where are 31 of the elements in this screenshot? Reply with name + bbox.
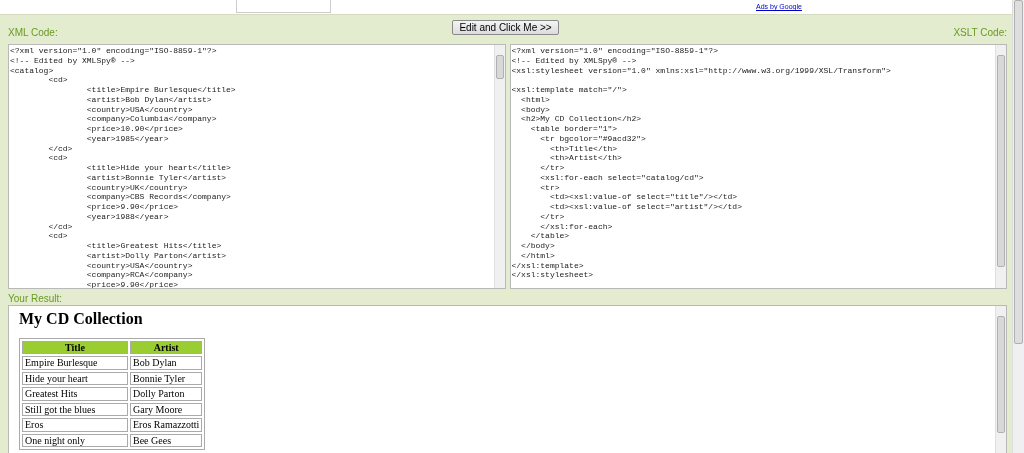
table-cell: Eros Ramazzotti [130,418,203,432]
edit-button[interactable]: Edit and Click Me >> [452,20,559,35]
scrollbar-thumb[interactable] [1014,0,1023,344]
table-cell: Bob Dylan [130,356,203,370]
table-cell: One night only [22,433,128,447]
xml-code-label: XML Code: [8,27,58,38]
table-cell: Greatest Hits [22,387,128,401]
scrollbar-thumb[interactable] [997,316,1005,433]
table-cell: Eros [22,418,128,432]
result-heading: My CD Collection [19,310,144,328]
column-header: Title [22,341,128,354]
result-label: Your Result: [8,292,64,305]
table-cell: Bonnie Tyler [130,371,203,385]
scrollbar[interactable] [493,45,505,288]
table-cell: Bee Gees [130,433,203,447]
scrollbar-thumb[interactable] [495,55,504,79]
scrollbar[interactable] [995,306,1006,453]
table-cell: Dolly Parton [130,387,203,401]
xslt-code-field[interactable] [509,44,1007,289]
scrollbar-thumb[interactable] [997,55,1005,267]
column-header: Artist [130,341,203,354]
xml-code-field[interactable] [8,44,506,289]
table-cell: Still got the blues [22,402,128,416]
table-cell: Empire Burlesque [22,356,128,370]
xslt-code-text: <?xml version="1.0" encoding="ISO-8859-1"?> <!-- Edited by XMLSpy® --> <xsl:stylesheet version="1.0" xmlns:xsl="http://www.w3.org/1999/XSL/Transform"> <xsl:template match="/"> <html> <body> <h2>My CD Collection</h2> <table border="1"> <tr bgcolor="#9acd32"> <th>Title</th> <th>Artist</th> </tr> <xsl:for-each select="catalog/cd"> <tr> <td><xsl:value-of select="title"/></td> <td><xsl:value-of select="artist"/></td> </tr> </xsl:for-each> </table> </body> </html> </xsl:template> </xsl:stylesheet> [510,45,892,282]
table-cell: Gary Moore [130,402,203,416]
xslt-code-label: XSLT Code: [953,27,1007,38]
xml-code-text: <?xml version="1.0" encoding="ISO-8859-1"?> <!-- Edited by XMLSpy® --> <catalog> <cd> <title>Empire Burlesque</title> <artist>Bob Dylan</artist> <country>USA</country> <company>Columbia</company> <price>10.90</price> <year>1985</year> </cd> <cd> <title>Hide your heart</title> <artist>Bonnie Tyler</artist> <country>UK</country> <company>CBS Records</company> <price>9.90</price> <year>1988</year> </cd> <cd> <title>Greatest Hits</title> <artist>Dolly Parton</artist> <country>USA</country> <company>RCA</company> <price>9.90</price> [9,45,237,288]
page-scrollbar[interactable] [1012,0,1024,453]
table-cell: Hide your heart [22,371,128,385]
scrollbar[interactable] [995,45,1006,288]
